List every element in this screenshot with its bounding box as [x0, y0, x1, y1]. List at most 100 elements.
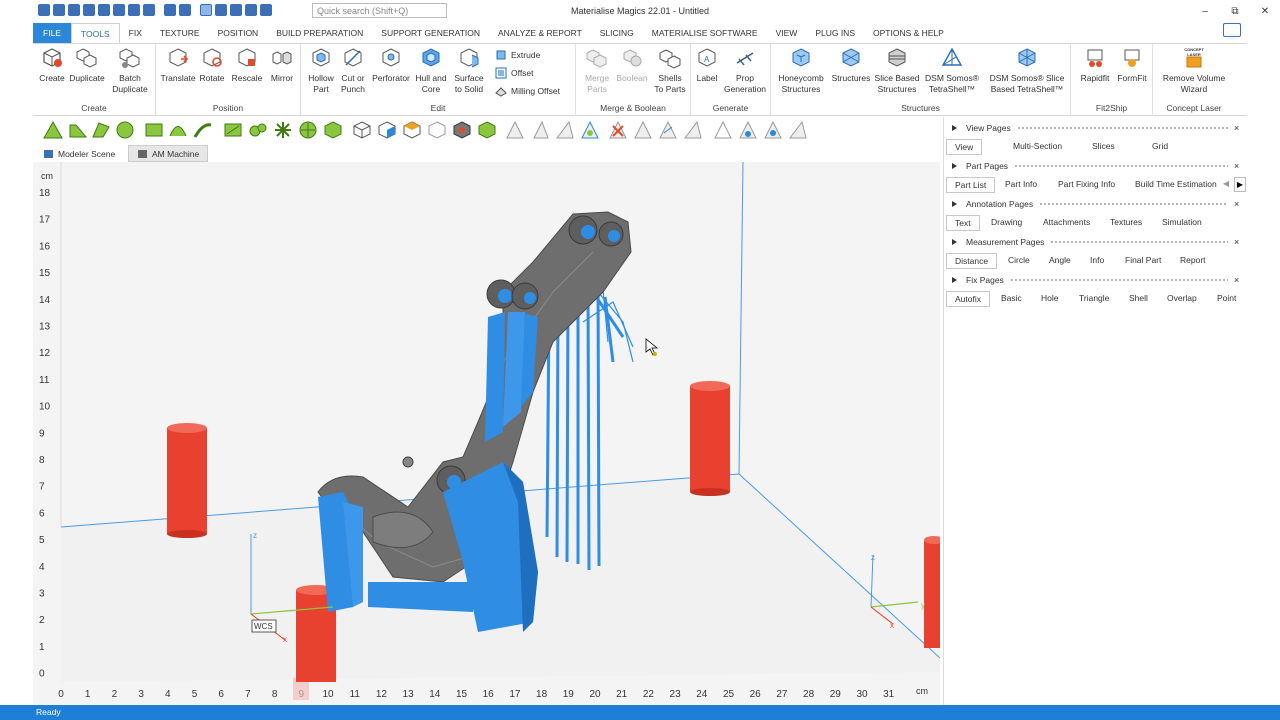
menu-plug-ins[interactable]: PLUG INS — [806, 23, 864, 43]
dsm-tetrashell-button[interactable]: DSM Somos® TetraShell™ — [921, 47, 983, 95]
menu-build-preparation[interactable]: BUILD PREPARATION — [267, 23, 372, 43]
show-icon[interactable] — [658, 121, 678, 139]
close-part-pages-icon[interactable]: × — [1234, 161, 1244, 171]
tab-part-info[interactable]: Part Info — [1005, 177, 1037, 193]
fix-pages-header[interactable]: Fix Pages × — [944, 273, 1248, 287]
mark-shell-icon[interactable] — [788, 121, 808, 139]
tab-hole[interactable]: Hole — [1041, 291, 1058, 307]
mark-all-icon[interactable] — [763, 121, 783, 139]
label-button[interactable]: A Label — [693, 47, 721, 84]
extrude-button[interactable]: Extrude — [495, 49, 540, 61]
tab-part-fixing-info[interactable]: Part Fixing Info — [1058, 177, 1115, 193]
menu-file[interactable]: FILE — [33, 23, 71, 43]
tab-textures[interactable]: Textures — [1110, 215, 1142, 231]
expand-arrow-icon[interactable] — [952, 277, 957, 283]
honeycomb-structures-button[interactable]: Honeycomb Structures — [773, 47, 829, 95]
transparent-icon[interactable] — [683, 121, 703, 139]
view-pages-header[interactable]: View Pages × — [944, 121, 1248, 135]
cylinder-edge[interactable] — [924, 536, 940, 648]
tabs-scroll-right-icon[interactable]: ▶ — [1234, 177, 1246, 192]
annotation-pages-header[interactable]: Annotation Pages × — [944, 197, 1248, 211]
select-invert-icon[interactable] — [323, 121, 343, 139]
measure-2-icon[interactable] — [530, 121, 550, 139]
select-shell-icon[interactable] — [115, 121, 135, 139]
measure-1-icon[interactable] — [505, 121, 525, 139]
batch-duplicate-button[interactable]: Batch Duplicate — [109, 47, 151, 95]
tab-final-part[interactable]: Final Part — [1125, 253, 1161, 269]
measure-3-icon[interactable] — [555, 121, 575, 139]
prop-generation-button[interactable]: Prop Generation — [721, 47, 769, 95]
tab-shell[interactable]: Shell — [1129, 291, 1148, 307]
expand-arrow-icon[interactable] — [952, 125, 957, 131]
formfit-button[interactable]: FormFit — [1115, 47, 1149, 84]
tab-angle[interactable]: Angle — [1049, 253, 1071, 269]
view-iso-icon[interactable] — [427, 121, 447, 139]
hull-and-core-button[interactable]: Hull and Core — [413, 47, 449, 95]
select-triangle-icon[interactable] — [43, 121, 63, 139]
select-all-icon[interactable] — [298, 121, 318, 139]
view-shaded-icon[interactable] — [477, 121, 497, 139]
merge-parts-button[interactable]: Merge Parts — [580, 47, 614, 95]
tab-multi-section[interactable]: Multi-Section — [1013, 139, 1062, 155]
mark-icon[interactable] — [713, 121, 733, 139]
select-curve-icon[interactable] — [193, 121, 213, 139]
cut-or-punch-button[interactable]: Cut or Punch — [337, 47, 369, 95]
tab-basic[interactable]: Basic — [1001, 291, 1022, 307]
remove-volume-wizard-button[interactable]: CONCEPT LASER Remove Volume Wizard — [1155, 47, 1233, 95]
menu-view[interactable]: VIEW — [767, 23, 807, 43]
tab-point[interactable]: Point — [1217, 291, 1236, 307]
select-grow-icon[interactable] — [248, 121, 268, 139]
viewport-canvas[interactable]: cm 1817161514131211109876543210 cm 01234… — [33, 162, 940, 705]
tab-drawing[interactable]: Drawing — [991, 215, 1022, 231]
mirror-button[interactable]: Mirror — [266, 47, 298, 84]
view-cube-icon[interactable] — [352, 121, 372, 139]
select-lasso-icon[interactable] — [168, 121, 188, 139]
translate-button[interactable]: Translate — [160, 47, 196, 84]
menu-materialise-software[interactable]: MATERIALISE SOFTWARE — [643, 23, 767, 43]
menu-support-generation[interactable]: SUPPORT GENERATION — [372, 23, 489, 43]
rescale-button[interactable]: Rescale — [230, 47, 264, 84]
select-surface-icon[interactable] — [91, 121, 111, 139]
measurement-pages-header[interactable]: Measurement Pages × — [944, 235, 1248, 249]
select-plane-icon[interactable] — [68, 121, 88, 139]
milling-offset-button[interactable]: Milling Offset — [495, 85, 560, 97]
structures-button[interactable]: Structures — [829, 47, 873, 84]
rapidfit-button[interactable]: Rapidfit — [1077, 47, 1113, 84]
menu-tools[interactable]: TOOLS — [71, 23, 120, 43]
close-button[interactable]: ✕ — [1250, 0, 1280, 22]
tab-info[interactable]: Info — [1090, 253, 1104, 269]
expand-arrow-icon[interactable] — [952, 239, 957, 245]
close-measurement-pages-icon[interactable]: × — [1234, 237, 1244, 247]
hollow-part-button[interactable]: Hollow Part — [305, 47, 337, 95]
perforator-button[interactable]: Perforator — [369, 47, 413, 84]
slice-based-structures-button[interactable]: Slice Based Structures — [873, 47, 921, 95]
tab-build-time-estimation[interactable]: Build Time Estimation — [1135, 177, 1217, 193]
menu-options-help[interactable]: OPTIONS & HELP — [864, 23, 953, 43]
create-button[interactable]: Create — [37, 47, 67, 84]
tab-part-list[interactable]: Part List — [946, 177, 996, 193]
maximize-button[interactable]: ⧉ — [1220, 0, 1250, 22]
deselect-icon[interactable] — [608, 121, 628, 139]
view-front-icon[interactable] — [377, 121, 397, 139]
view-top-icon[interactable] — [402, 121, 422, 139]
expand-arrow-icon[interactable] — [952, 163, 957, 169]
close-annotation-pages-icon[interactable]: × — [1234, 199, 1244, 209]
boolean-button[interactable]: Boolean — [614, 47, 650, 84]
tab-am-machine[interactable]: AM Machine — [128, 145, 209, 162]
menu-analyze-report[interactable]: ANALYZE & REPORT — [489, 23, 591, 43]
menu-position[interactable]: POSITION — [209, 23, 268, 43]
close-view-pages-icon[interactable]: × — [1234, 123, 1244, 133]
offset-button[interactable]: Offset — [495, 67, 534, 79]
3d-viewport[interactable]: cm 18 17 16 15 14 13 12 11 10 9 8 7 6 5 4 3 2 1 0 cm 01234… — [33, 162, 940, 705]
select-box-icon[interactable] — [144, 121, 164, 139]
tab-text[interactable]: Text — [946, 215, 980, 231]
tab-simulation[interactable]: Simulation — [1162, 215, 1202, 231]
tab-autofix[interactable]: Autofix — [946, 291, 990, 307]
tab-distance[interactable]: Distance — [946, 253, 998, 269]
tab-slices[interactable]: Slices — [1092, 139, 1115, 155]
select-connected-icon[interactable] — [273, 121, 293, 139]
view-render-icon[interactable] — [452, 121, 472, 139]
cylinder-left[interactable] — [167, 423, 207, 538]
measure-4-icon[interactable] — [580, 121, 600, 139]
menu-texture[interactable]: TEXTURE — [151, 23, 209, 43]
